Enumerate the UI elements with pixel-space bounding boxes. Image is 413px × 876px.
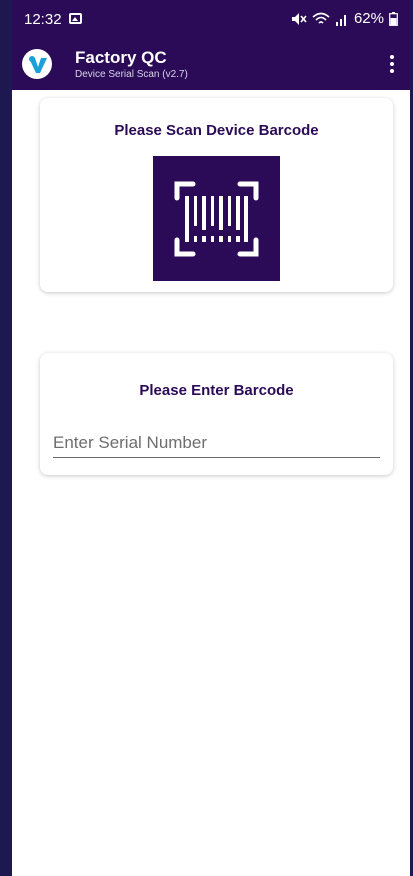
enter-card-heading: Please Enter Barcode xyxy=(139,382,294,399)
app-screen: 12:32 62% Factory QC Device Serial Scan … xyxy=(12,0,410,876)
mute-icon xyxy=(291,12,307,25)
status-indicators: 62% xyxy=(291,10,398,27)
device-frame-left xyxy=(0,0,12,876)
wifi-icon xyxy=(312,12,330,24)
status-time: 12:32 xyxy=(24,11,62,28)
serial-number-input[interactable] xyxy=(53,428,380,458)
more-vert-icon[interactable] xyxy=(382,50,402,78)
image-icon xyxy=(69,13,82,24)
battery-icon xyxy=(389,11,398,26)
app-logo-icon xyxy=(22,49,52,79)
scan-card-heading: Please Scan Device Barcode xyxy=(114,122,319,139)
status-bar: 12:32 62% xyxy=(12,0,410,38)
enter-barcode-card: Please Enter Barcode xyxy=(40,353,393,475)
barcode-scan-button[interactable] xyxy=(153,156,280,281)
signal-icon xyxy=(335,14,346,26)
app-bar: Factory QC Device Serial Scan (v2.7) xyxy=(12,38,410,90)
battery-percent: 62% xyxy=(353,10,384,27)
barcode-scan-icon xyxy=(174,181,259,257)
app-subtitle: Device Serial Scan (v2.7) xyxy=(75,69,188,80)
scan-barcode-card: Please Scan Device Barcode xyxy=(40,98,393,292)
app-title: Factory QC xyxy=(75,48,167,67)
